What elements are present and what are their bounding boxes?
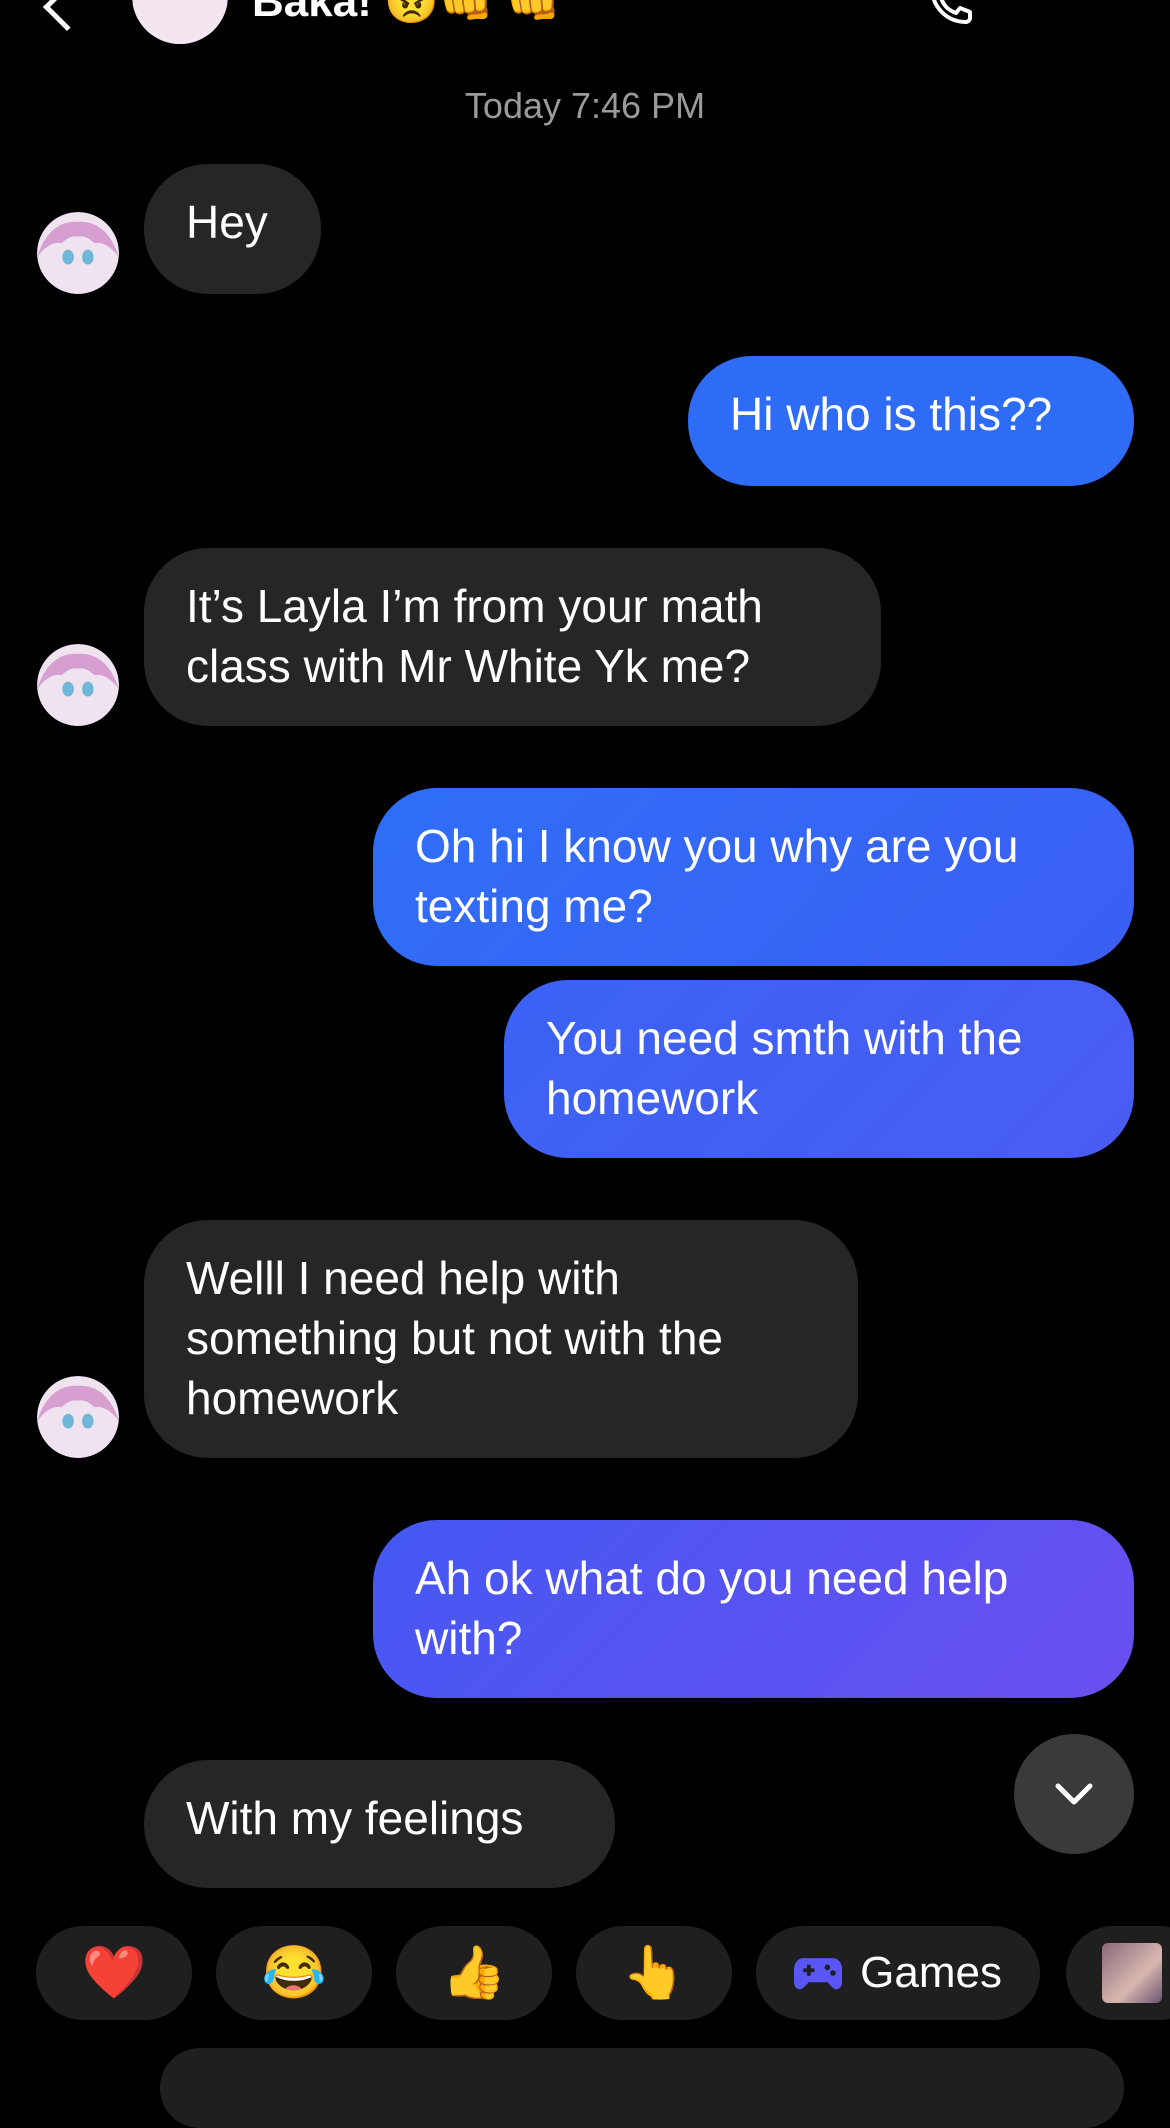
contact-avatar[interactable] (37, 644, 119, 726)
conversation-title[interactable]: Baka! 😠👊 👊 (252, 0, 561, 24)
outgoing-message[interactable]: Hi who is this?? (688, 356, 1134, 486)
outgoing-message[interactable]: You need smth with the homework (504, 980, 1134, 1158)
header-avatar[interactable] (132, 0, 228, 44)
scroll-to-bottom-button[interactable] (1014, 1734, 1134, 1854)
incoming-message[interactable]: Welll I need help with something but not… (144, 1220, 858, 1458)
laughing-icon: 😂 (261, 1944, 327, 2002)
quick-reaction-laugh[interactable]: 😂 (216, 1926, 372, 2020)
outgoing-message[interactable]: Oh hi I know you why are you texting me? (373, 788, 1134, 966)
games-label: Games (860, 1948, 1002, 1997)
contact-avatar[interactable] (37, 212, 119, 294)
incoming-message[interactable]: With my feelings (144, 1760, 615, 1888)
outgoing-message[interactable]: Ah ok what do you need help with? (373, 1520, 1134, 1698)
incoming-message[interactable]: Hey (144, 164, 321, 294)
games-button[interactable]: Games (756, 1926, 1040, 2020)
timestamp: Today 7:46 PM (464, 85, 706, 126)
call-icon[interactable] (922, 0, 978, 32)
back-icon[interactable] (42, 0, 92, 32)
message-input[interactable] (160, 2048, 1124, 2128)
quick-reaction-point[interactable]: 👆 (576, 1926, 732, 2020)
pointing-hand-icon: 👆 (621, 1944, 687, 2002)
quick-reaction-heart[interactable]: ❤️ (36, 1926, 192, 2020)
chevron-down-icon (1055, 1783, 1093, 1805)
incoming-message[interactable]: It’s Layla I’m from your math class with… (144, 548, 881, 726)
contact-avatar[interactable] (37, 1376, 119, 1458)
thumbs-up-icon: 👍 (441, 1944, 507, 2002)
heart-icon: ❤️ (81, 1944, 147, 2002)
quick-reaction-thumbs-up[interactable]: 👍 (396, 1926, 552, 2020)
sticker-thumbnail (1102, 1943, 1162, 2003)
gamepad-icon (794, 1958, 843, 1990)
sticker-button[interactable] (1066, 1926, 1170, 2020)
